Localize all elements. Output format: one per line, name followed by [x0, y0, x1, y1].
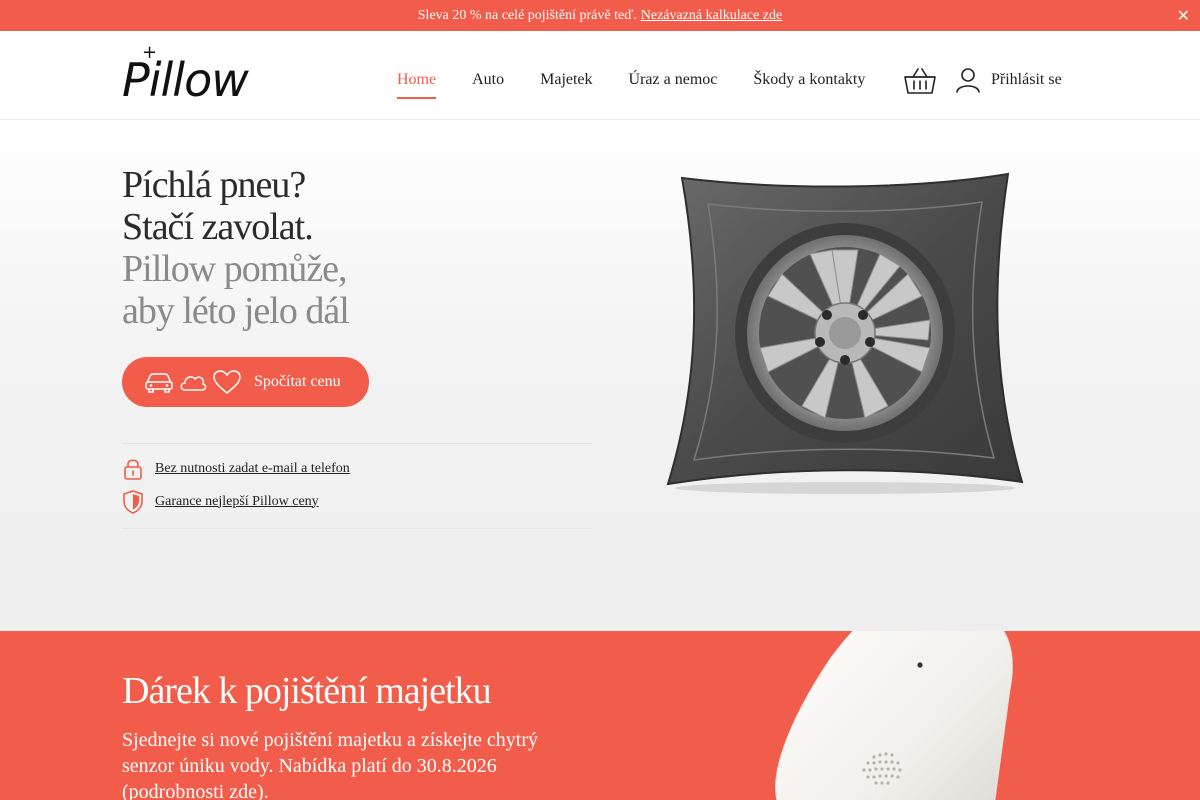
heart-icon [212, 369, 242, 395]
basket-icon[interactable] [903, 66, 937, 96]
cloud-icon [178, 370, 208, 394]
pillow-logo[interactable]: + Pillow [122, 44, 254, 107]
promo-banner: Sleva 20 % na celé pojištění právě teď. … [0, 0, 1200, 31]
nav-uraz-a-nemoc[interactable]: Úraz a nemoc [629, 71, 718, 99]
tyre-pillow-image [660, 170, 1030, 495]
hero-line-2: Stačí zavolat. [122, 206, 314, 248]
login-link[interactable]: Přihlásit se [955, 67, 1062, 93]
login-label: Přihlásit se [991, 71, 1062, 88]
main-nav: Home Auto Majetek Úraz a nemoc Škody a k… [397, 71, 901, 99]
lock-icon [124, 458, 142, 480]
user-icon [956, 68, 980, 93]
hero-heading: Píchlá pneu? Stačí zavolat. Pillow pomůž… [122, 164, 350, 332]
benefit-best-price-link[interactable]: Garance nejlepší Pillow ceny [155, 494, 319, 510]
nav-skody-a-kontakty[interactable]: Škody a kontakty [753, 71, 865, 99]
hero-line-4: aby léto jelo dál [122, 290, 350, 332]
shield-icon [123, 489, 143, 514]
cta-label: Spočítat cenu [254, 373, 341, 390]
water-sensor-image [770, 631, 1020, 800]
gift-text: Sjednejte si nové pojištění majetku a zí… [122, 729, 539, 800]
gift-title: Dárek k pojištění majetku [122, 670, 492, 712]
promo-calculator-link[interactable]: Nezávazná kalkulace zde [641, 8, 782, 24]
nav-home[interactable]: Home [397, 71, 437, 99]
calculate-price-button[interactable]: Spočítat cenu [122, 357, 369, 407]
nav-auto[interactable]: Auto [472, 71, 504, 99]
benefits-list: Bez nutnosti zadat e-mail a telefon Gara… [122, 443, 592, 529]
gift-section: Dárek k pojištění majetku Sjednejte si n… [0, 631, 1200, 800]
list-item: Bez nutnosti zadat e-mail a telefon [122, 452, 592, 485]
close-icon[interactable]: ✕ [1177, 6, 1190, 25]
promo-text: Sleva 20 % na celé pojištění právě teď. [417, 7, 637, 23]
list-item: Garance nejlepší Pillow ceny [122, 485, 592, 518]
hero-line-1: Píchlá pneu? [122, 164, 306, 206]
benefit-no-email-link[interactable]: Bez nutnosti zadat e-mail a telefon [155, 461, 350, 477]
nav-majetek[interactable]: Majetek [540, 71, 592, 99]
site-header: + Pillow Home Auto Majetek Úraz a nemoc … [0, 31, 1200, 120]
logo-text: Pillow [122, 53, 249, 107]
car-icon [144, 370, 174, 394]
hero-line-3: Pillow pomůže, [122, 248, 348, 290]
